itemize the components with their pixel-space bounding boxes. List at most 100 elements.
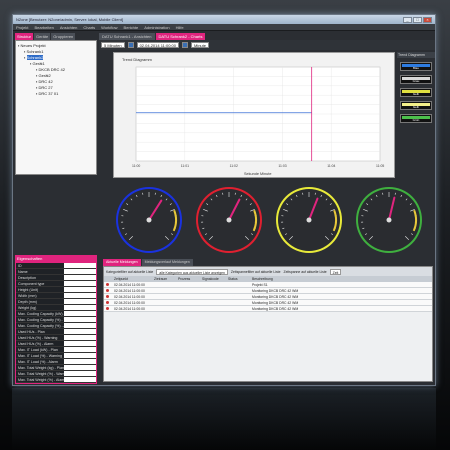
- legend-item[interactable]: Gelb: [400, 101, 432, 110]
- tree-item-label: Gerät2: [38, 73, 51, 78]
- x-tick-label: 11:03: [278, 164, 286, 168]
- tree-item[interactable]: ▪ DRC 37 01: [18, 91, 94, 97]
- menu-item[interactable]: Hilfe: [176, 25, 184, 30]
- left-panel: Struktur Geräte Gruppieren ▪ Neues Projekt…: [15, 33, 97, 384]
- property-value-field[interactable]: [64, 365, 96, 370]
- x-tick-label: 11:01: [181, 164, 189, 168]
- property-value-field[interactable]: [64, 359, 96, 364]
- table-cell: [200, 294, 226, 299]
- property-value-field[interactable]: [64, 311, 96, 316]
- menu-item[interactable]: Berichte: [124, 25, 139, 30]
- table-cell: 02.04.2014 11:00:00: [114, 301, 145, 305]
- property-key: Max. Total Weight (kg) - Plan: [18, 366, 64, 370]
- timespan-label: Zeitspanne auf aktuelle Liste: [283, 269, 327, 274]
- table-cell: Monitoring DKCB DRC 42 WM: [252, 295, 299, 299]
- table-row[interactable]: 02.04.2014 11:00:00 Monitoring DKCB DRC 4…: [104, 306, 432, 312]
- document-tab[interactable]: DATU Schrank1 - Ansichten: [99, 33, 155, 40]
- property-key: Width (mm): [18, 294, 37, 298]
- table-cell: 02.04.2014 11:00:00: [114, 283, 145, 287]
- property-value-field[interactable]: [64, 287, 96, 292]
- left-tab[interactable]: Geräte: [34, 33, 51, 40]
- property-value-field[interactable]: [64, 293, 96, 298]
- x-tick-label: 11:02: [230, 164, 238, 168]
- property-key: Description: [18, 276, 36, 280]
- trend-chart: Trend Diagramm 11:00 11:01 11:02 11:03 11:04 1…: [113, 52, 395, 178]
- property-value-field[interactable]: [64, 347, 96, 352]
- property-key: Max. Total Weight (%) - Warning: [18, 372, 64, 376]
- table-cell: [152, 306, 176, 311]
- table-cell: [152, 282, 176, 287]
- property-value-field[interactable]: [64, 275, 96, 280]
- property-key: Depth (mm): [18, 300, 37, 304]
- range-select[interactable]: 5 Minuten: [101, 42, 125, 48]
- main-area: DATU Schrank1 - Ansichten DATU Schrank2 -…: [99, 33, 435, 385]
- table-cell: 02.04.2014 11:00:00: [114, 307, 145, 311]
- legend-item[interactable]: Grün: [400, 114, 432, 123]
- category-filter-select[interactable]: alle Kategorien aus aktueller Liste anze…: [156, 268, 228, 275]
- results-tab[interactable]: Aktuelle Meldungen: [103, 259, 141, 266]
- status-cell: [104, 294, 112, 299]
- maximize-button[interactable]: □: [413, 16, 422, 23]
- legend-item[interactable]: Gelb: [400, 88, 432, 97]
- table-cell: [152, 288, 176, 293]
- property-value-field[interactable]: [64, 299, 96, 304]
- time-select[interactable]: Zeit: [329, 268, 342, 275]
- results-tabs: Aktuelle Meldungen Meldungsverlauf Meldun…: [103, 259, 193, 266]
- minimize-button[interactable]: _: [403, 16, 412, 23]
- legend-label: Gelb: [412, 105, 420, 109]
- property-value-field[interactable]: [64, 341, 96, 346]
- menu-item[interactable]: Bearbeiten: [34, 25, 53, 30]
- close-button[interactable]: ×: [423, 16, 432, 23]
- property-value-field[interactable]: [64, 329, 96, 334]
- table-cell: Monitoring DKCB DRC 42 WM: [252, 301, 299, 305]
- property-key: Max. Cooling Capacity (kW) - Plan: [18, 312, 64, 316]
- alarm-icon: [106, 307, 109, 310]
- gauge-hub: [146, 217, 152, 223]
- table-cell: Monitoring DKCB DRC 42 WM: [252, 307, 299, 311]
- gauge: [276, 187, 342, 253]
- property-row: Max. Total Weight (%) - Alarm: [16, 377, 96, 383]
- legend-label: Grau: [412, 79, 420, 83]
- menu-item[interactable]: Ansichten: [60, 25, 78, 30]
- status-cell: [104, 300, 112, 305]
- interval-select[interactable]: Minute: [190, 42, 209, 48]
- menu-item[interactable]: Charts: [83, 25, 95, 30]
- property-value-field[interactable]: [64, 335, 96, 340]
- legend-label: Blau: [412, 66, 419, 70]
- tree-item-label: Gerät1: [32, 61, 45, 66]
- alarm-icon: [106, 283, 109, 286]
- legend-item[interactable]: Grau: [400, 75, 432, 84]
- gauge: [196, 187, 262, 253]
- table-cell: [200, 288, 226, 293]
- property-value-field[interactable]: [64, 317, 96, 322]
- menu-item[interactable]: Administration: [144, 25, 169, 30]
- legend-item[interactable]: Blau: [400, 62, 432, 71]
- menu-item[interactable]: Workflow: [101, 25, 117, 30]
- status-cell: [104, 282, 112, 287]
- property-value-field[interactable]: [64, 323, 96, 328]
- property-key: Weight (kg): [18, 306, 37, 310]
- menu-item[interactable]: Projekt: [16, 25, 28, 30]
- property-value-field[interactable]: [64, 305, 96, 310]
- calendar-icon[interactable]: [181, 42, 188, 48]
- tree-item-label: DRC 42: [38, 79, 53, 84]
- property-value-field[interactable]: [64, 263, 96, 268]
- results-tab[interactable]: Meldungsverlauf Meldungen: [141, 259, 193, 266]
- gauge-hub: [226, 217, 232, 223]
- left-tab[interactable]: Gruppieren: [51, 33, 76, 40]
- left-tab[interactable]: Struktur: [15, 33, 34, 40]
- property-key: Max. Cooling Capacity (%) - Warning: [18, 318, 64, 322]
- properties-table: ID Name Description Component type Height (U…: [15, 262, 97, 384]
- apply-icon[interactable]: [127, 42, 134, 48]
- filter-bar: Kategoriefilter auf aktuelle Liste alle …: [104, 267, 432, 276]
- document-tab[interactable]: DATU Schrank2 - Charts: [155, 33, 206, 40]
- legend-label: Grün: [412, 118, 420, 122]
- property-key: Max. IT Load (%) - Warning: [18, 354, 62, 358]
- property-value-field[interactable]: [64, 269, 96, 274]
- property-value-field[interactable]: [64, 281, 96, 286]
- property-value-field[interactable]: [64, 371, 96, 376]
- property-value-field[interactable]: [64, 377, 96, 382]
- app-window: N2one [Benutzer: N2one/admin, Server: lo…: [12, 14, 436, 386]
- property-value-field[interactable]: [64, 353, 96, 358]
- date-field[interactable]: 02.04.2014 11:00:00: [136, 42, 179, 48]
